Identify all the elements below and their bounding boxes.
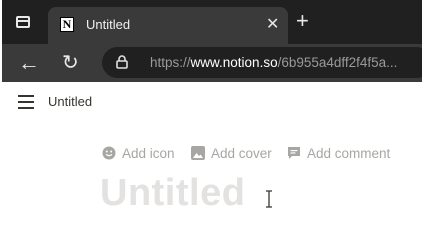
comment-icon bbox=[288, 147, 300, 159]
breadcrumb[interactable]: Untitled bbox=[48, 94, 92, 109]
add-comment-button[interactable]: Add comment bbox=[287, 146, 390, 161]
add-icon-label: Add icon bbox=[122, 146, 175, 161]
reload-icon[interactable]: ↻ bbox=[62, 50, 79, 75]
page-actions: Add icon Add cover Add comment bbox=[2, 146, 422, 166]
image-icon bbox=[191, 146, 205, 160]
address-bar[interactable]: https://www.notion.so/6b955a4dff2f4f5a..… bbox=[102, 47, 422, 78]
page-title-input[interactable]: Untitled bbox=[100, 172, 245, 215]
notion-topbar: Untitled bbox=[2, 82, 422, 122]
url-scheme: https:// bbox=[150, 55, 191, 70]
menu-icon[interactable] bbox=[18, 95, 34, 109]
screenshot-frame: N Untitled ✕ + ← ↻ https://www.notion.so… bbox=[2, 0, 422, 223]
add-icon-button[interactable]: Add icon bbox=[102, 146, 175, 161]
close-tab-icon[interactable]: ✕ bbox=[266, 14, 279, 34]
add-comment-label: Add comment bbox=[307, 146, 391, 161]
browser-tab[interactable]: N Untitled ✕ bbox=[48, 7, 288, 44]
add-cover-label: Add cover bbox=[211, 146, 272, 161]
browser-toolbar: ← ↻ https://www.notion.so/6b955a4dff2f4f… bbox=[2, 44, 422, 82]
url-path: /6b955a4dff2f4f5a... bbox=[277, 55, 398, 70]
add-cover-button[interactable]: Add cover bbox=[191, 146, 272, 161]
smiley-icon bbox=[102, 146, 116, 160]
lock-icon[interactable] bbox=[116, 55, 128, 69]
url-text: https://www.notion.so/6b955a4dff2f4f5a..… bbox=[150, 55, 397, 70]
browser-tab-bar: N Untitled ✕ + bbox=[2, 0, 422, 44]
url-host: www.notion.so bbox=[190, 55, 278, 70]
tab-title: Untitled bbox=[86, 17, 131, 32]
notion-icon: N bbox=[60, 17, 74, 32]
back-arrow-icon[interactable]: ← bbox=[18, 50, 40, 76]
text-cursor-icon bbox=[266, 190, 272, 208]
new-tab-icon[interactable]: + bbox=[296, 10, 309, 32]
tab-actions-icon[interactable] bbox=[16, 16, 30, 28]
